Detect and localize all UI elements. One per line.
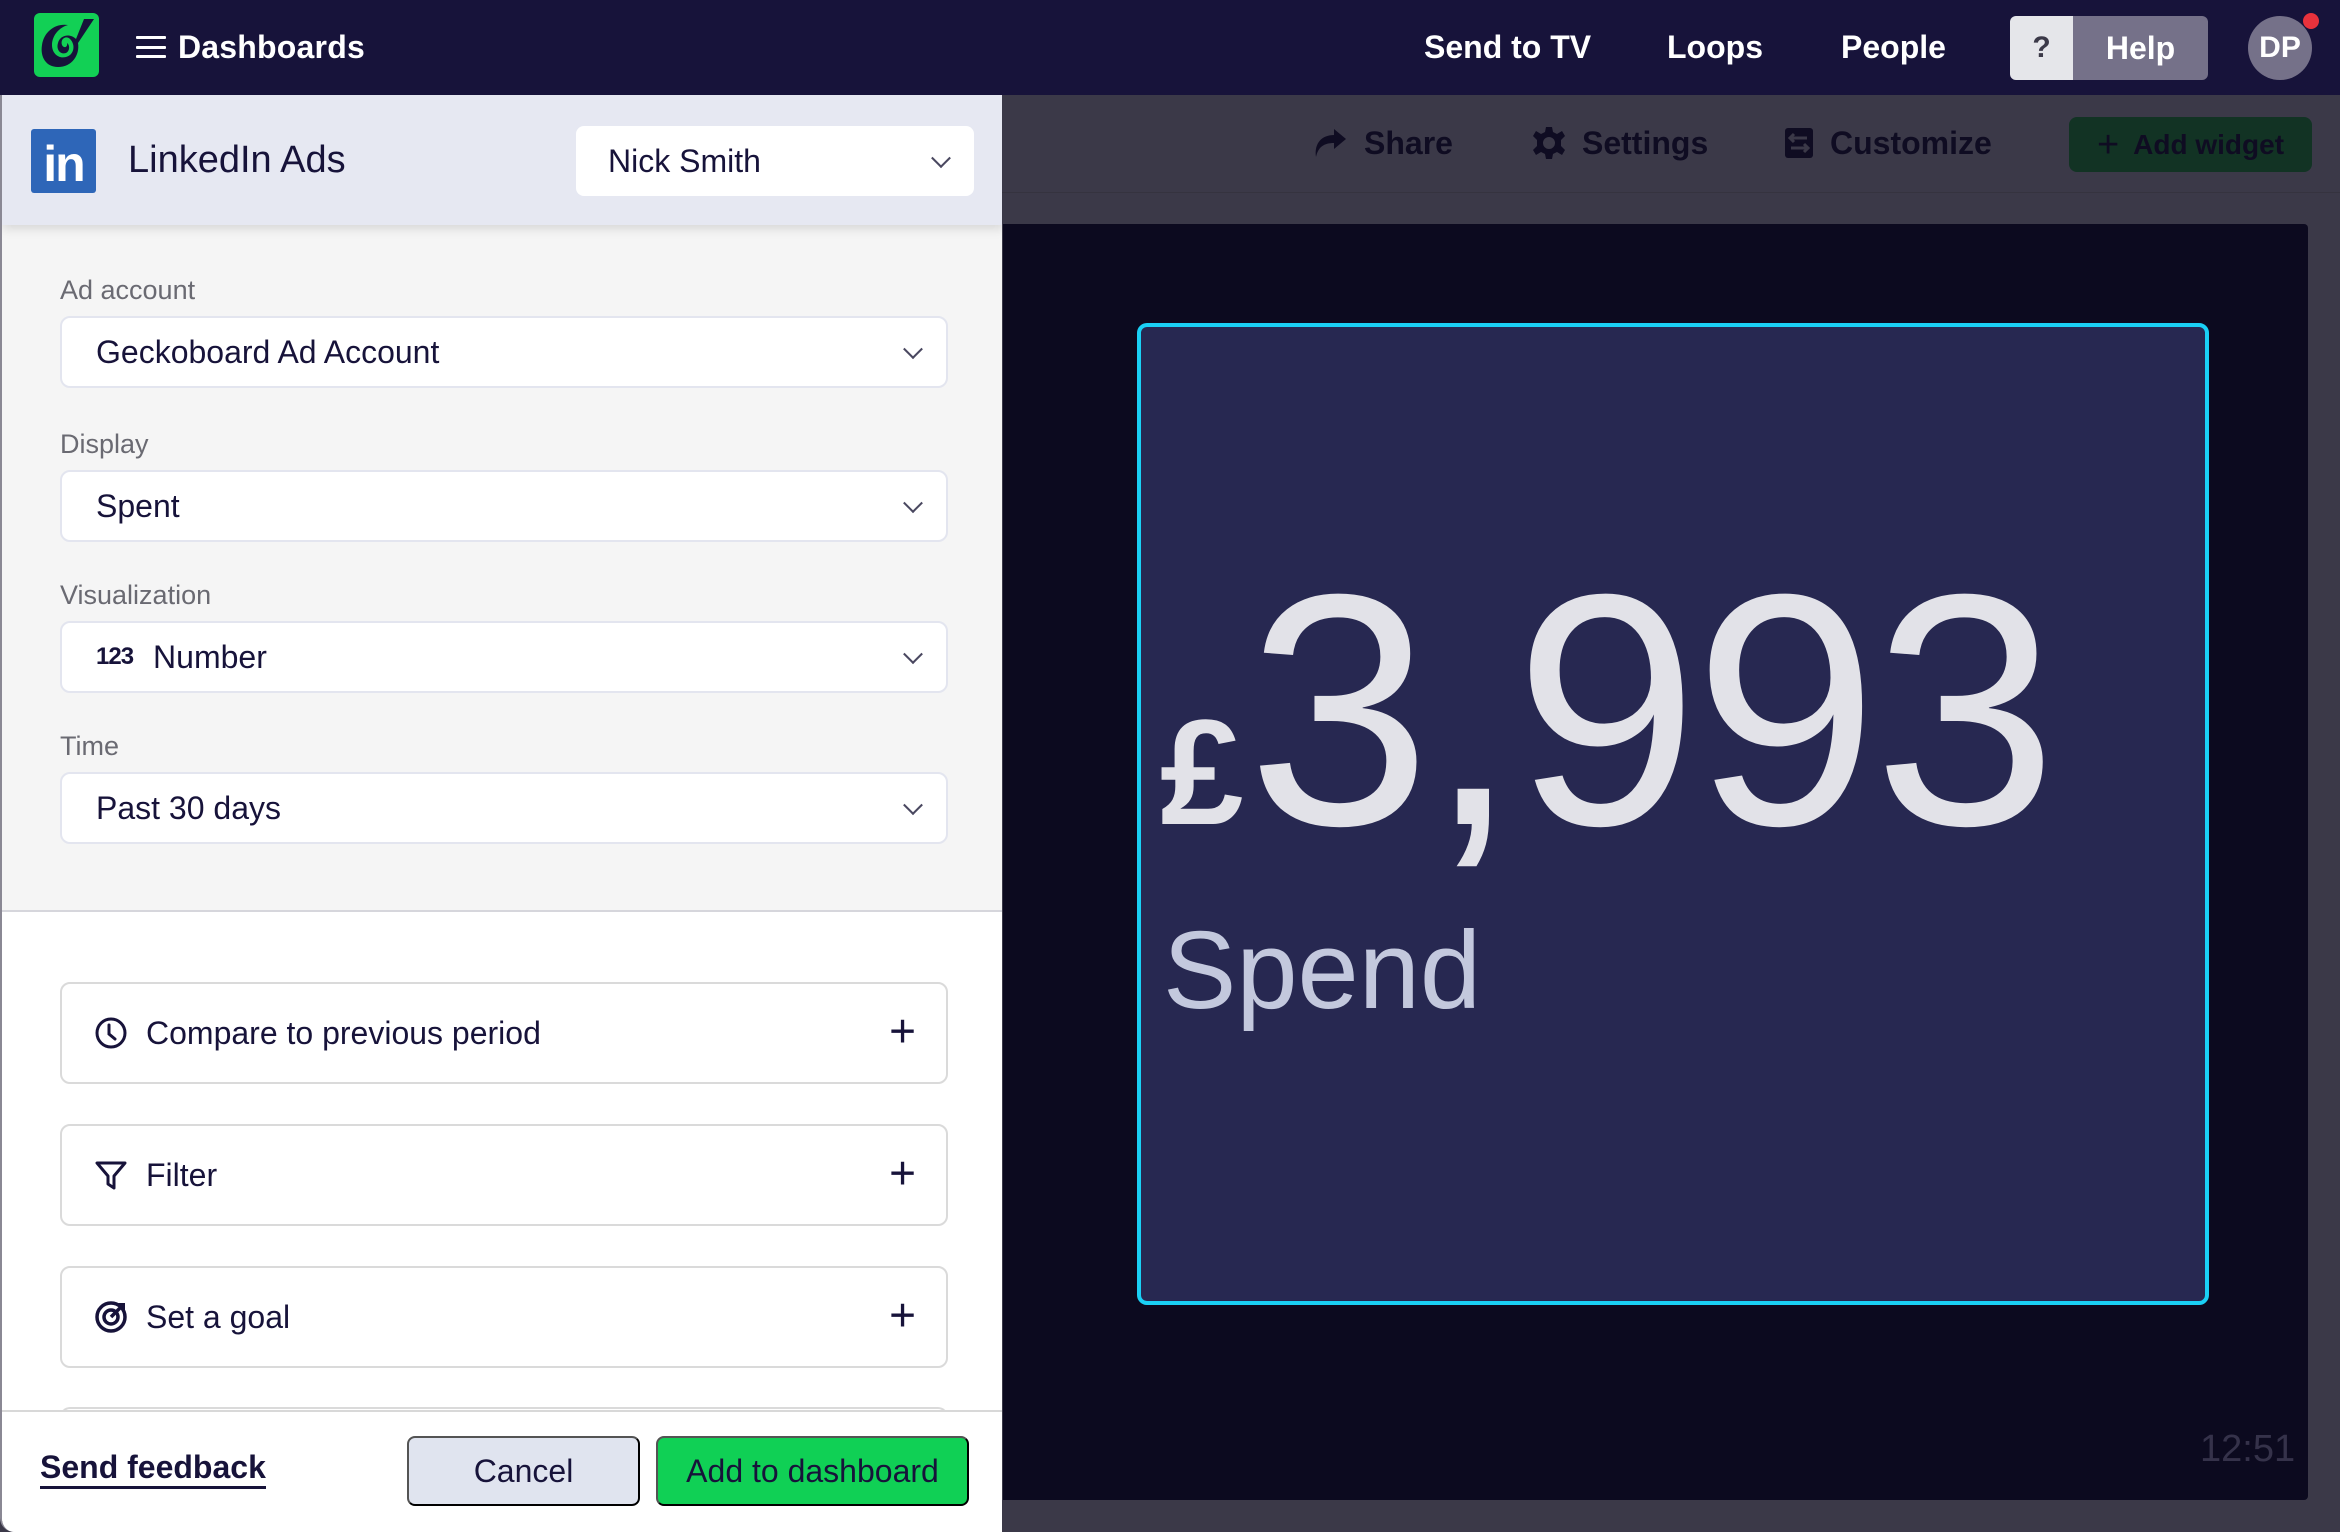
share-label: Share	[1364, 124, 1453, 161]
gecko-swirl-icon	[41, 19, 94, 67]
filter-label: Filter	[146, 1156, 218, 1193]
filter-option[interactable]: Filter +	[60, 1124, 948, 1226]
add-widget-button[interactable]: + Add widget	[2069, 117, 2312, 172]
chevron-down-icon	[903, 493, 923, 514]
chevron-down-icon	[903, 795, 923, 816]
settings-label: Settings	[1582, 124, 1709, 161]
linkedin-logo-icon: in	[31, 129, 96, 193]
account-select-value: Nick Smith	[608, 142, 761, 179]
customize-button[interactable]: Customize	[1784, 120, 1992, 166]
hamburger-icon	[136, 36, 166, 58]
gear-icon	[1533, 127, 1565, 159]
chevron-down-icon	[903, 339, 923, 360]
time-value: Past 30 days	[96, 789, 281, 826]
time-select[interactable]: Past 30 days	[60, 772, 948, 844]
dashboard-clock: 12:51	[2200, 1428, 2296, 1470]
display-value: Spent	[96, 487, 180, 524]
ad-account-value: Geckoboard Ad Account	[96, 333, 440, 370]
send-feedback-link[interactable]: Send feedback	[40, 1448, 266, 1489]
chevron-down-icon	[903, 644, 923, 665]
display-label: Display	[60, 429, 149, 459]
plus-icon[interactable]: +	[889, 1008, 916, 1054]
settings-button[interactable]: Settings	[1532, 120, 1708, 166]
set-goal-option[interactable]: Set a goal +	[60, 1266, 948, 1368]
config-form: Ad account Geckoboard Ad Account Display…	[2, 225, 1002, 912]
clock-icon	[95, 1017, 127, 1049]
share-button[interactable]: Share	[1312, 120, 1453, 166]
panel-footer: Send feedback Cancel Add to dashboard	[2, 1410, 1002, 1532]
panel-header: in LinkedIn Ads Nick Smith	[2, 95, 1002, 225]
toolbar-divider	[1002, 192, 2340, 193]
cancel-button[interactable]: Cancel	[407, 1436, 640, 1506]
set-goal-label: Set a goal	[146, 1298, 291, 1335]
plus-icon[interactable]: +	[889, 1292, 916, 1338]
number-type-icon: 123	[96, 643, 134, 670]
time-label: Time	[60, 731, 119, 761]
nav-loops[interactable]: Loops	[1667, 26, 1763, 68]
goal-icon	[95, 1301, 127, 1333]
account-select[interactable]: Nick Smith	[576, 126, 974, 196]
customize-icon	[1785, 128, 1813, 158]
dashboards-menu-button[interactable]: Dashboards	[136, 26, 365, 68]
dashboards-label: Dashboards	[178, 28, 365, 65]
widget-label: Spend	[1163, 909, 1482, 1032]
help-label: Help	[2073, 16, 2208, 80]
notification-dot	[2303, 13, 2319, 29]
visualization-label: Visualization	[60, 580, 212, 610]
visualization-select[interactable]: 123 Number	[60, 621, 948, 693]
share-arrow-icon	[1315, 129, 1346, 157]
geckoboard-logo[interactable]	[34, 13, 99, 77]
nav-send-to-tv[interactable]: Send to TV	[1424, 26, 1591, 68]
top-nav: Dashboards Send to TV Loops People ? Hel…	[0, 0, 2340, 95]
panel-title: LinkedIn Ads	[128, 139, 346, 181]
add-widget-label: Add widget	[2133, 128, 2285, 160]
widget-value: £ 3,993	[1160, 525, 2057, 894]
widget-number: 3,993	[1247, 525, 2057, 894]
compare-label: Compare to previous period	[146, 1014, 541, 1051]
compare-previous-period-option[interactable]: Compare to previous period +	[60, 982, 948, 1084]
add-to-dashboard-button[interactable]: Add to dashboard	[656, 1436, 969, 1506]
help-button[interactable]: ? Help	[2010, 16, 2208, 80]
currency-symbol: £	[1160, 688, 1244, 856]
nav-people[interactable]: People	[1841, 26, 1946, 68]
customize-label: Customize	[1830, 124, 1992, 161]
plus-icon[interactable]: +	[889, 1150, 916, 1196]
widget-config-panel: in LinkedIn Ads Nick Smith Ad account Ge…	[0, 95, 1002, 1532]
ad-account-select[interactable]: Geckoboard Ad Account	[60, 316, 948, 388]
ad-account-label: Ad account	[60, 275, 196, 305]
visualization-value: Number	[153, 638, 267, 675]
plus-icon: +	[2096, 123, 2120, 166]
display-select[interactable]: Spent	[60, 470, 948, 542]
user-avatar[interactable]: DP	[2248, 16, 2312, 80]
filter-icon	[95, 1161, 127, 1190]
chevron-down-icon	[931, 148, 951, 169]
question-icon: ?	[2010, 16, 2073, 80]
